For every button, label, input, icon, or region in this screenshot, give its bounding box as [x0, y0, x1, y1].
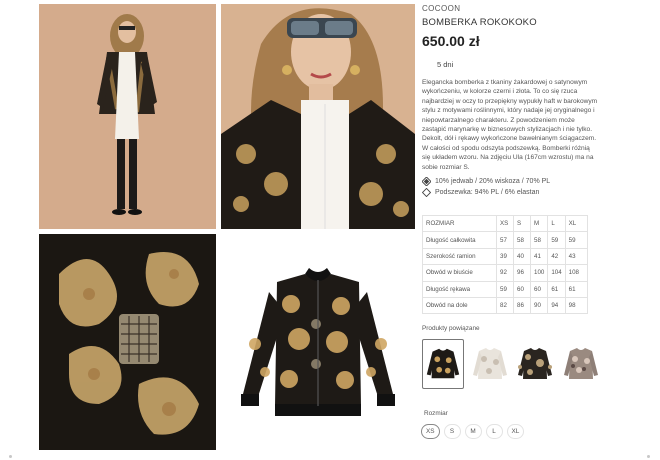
model-closeup-photo[interactable]: [221, 4, 415, 229]
table-cell: Długość rękawa: [422, 280, 497, 298]
table-cell: Obwód w biuście: [422, 264, 497, 282]
table-cell: 59: [547, 231, 566, 249]
size-option-xs[interactable]: XS: [421, 424, 440, 439]
size-chart-header: ROZMIAR XS S M L XL: [422, 214, 588, 233]
table-header-cell: L: [547, 214, 566, 233]
table-cell: 86: [513, 296, 531, 315]
jacket-flatlay-photo[interactable]: [221, 234, 415, 450]
table-cell: Obwód na dole: [422, 296, 497, 315]
table-row: Obwód w biuście 92 96 100 104 108: [422, 264, 588, 282]
related-floral-bomber[interactable]: [560, 339, 602, 389]
table-row: Obwód na dole 82 86 90 94 98: [422, 296, 588, 315]
table-cell: 104: [547, 264, 566, 282]
table-cell: 59: [564, 231, 588, 249]
table-row: Długość rękawa 59 60 60 61 61: [422, 280, 588, 298]
table-cell: 92: [496, 264, 514, 282]
table-cell: 108: [564, 264, 588, 282]
table-cell: 59: [496, 280, 514, 298]
product-description: Elegancka bomberka z tkaniny żakardowej …: [422, 79, 598, 171]
table-cell: Szerokość ramion: [422, 247, 497, 266]
product-title: BOMBERKA ROKOKOKO: [422, 17, 537, 28]
table-cell: 57: [496, 231, 514, 249]
table-cell: 60: [529, 280, 549, 298]
brand-name[interactable]: COCOON: [422, 4, 460, 13]
table-cell: 40: [513, 247, 531, 266]
related-black-gold-bomber[interactable]: [422, 339, 464, 389]
related-white-bomber[interactable]: [469, 339, 511, 389]
size-chart-table: ROZMIAR XS S M L XL Długość całkowita 57…: [422, 214, 588, 315]
model-full-body-photo[interactable]: [39, 4, 216, 229]
table-cell: 96: [513, 264, 531, 282]
table-cell: 61: [547, 280, 566, 298]
related-products-title: Produkty powiązane: [422, 325, 480, 332]
table-header-cell: ROZMIAR: [422, 214, 497, 233]
table-cell: 39: [496, 247, 514, 266]
size-picker: XS S M L XL: [421, 424, 525, 439]
table-cell: 61: [564, 280, 588, 298]
table-header-cell: S: [513, 214, 531, 233]
table-cell: 98: [564, 296, 588, 315]
shipping-time: 5 dni: [437, 60, 454, 69]
material-text: 10% jedwab / 20% wiskoza / 70% PL: [435, 178, 551, 185]
table-cell: 58: [529, 231, 549, 249]
table-cell: 82: [496, 296, 514, 315]
fabric-diamond-icon: [421, 176, 432, 187]
decorative-dot: [9, 455, 12, 458]
material-composition: 10% jedwab / 20% wiskoza / 70% PL: [421, 176, 551, 187]
size-option-s[interactable]: S: [443, 424, 461, 439]
table-header-cell: M: [529, 214, 549, 233]
size-option-xl[interactable]: XL: [506, 424, 525, 439]
lining-composition: Podszewka: 94% PL / 6% elastan: [421, 187, 540, 198]
related-camo-bomber[interactable]: [514, 339, 556, 389]
size-option-l[interactable]: L: [485, 424, 503, 439]
table-header-cell: XL: [564, 214, 588, 233]
table-cell: 41: [529, 247, 549, 266]
table-cell: 42: [547, 247, 566, 266]
table-row: Długość całkowita 57 58 58 59 59: [422, 231, 588, 249]
lining-diamond-icon: [421, 187, 432, 198]
table-cell: 43: [564, 247, 588, 266]
product-price: 650.00 zł: [422, 33, 480, 49]
table-cell: Długość całkowita: [422, 231, 497, 249]
table-cell: 58: [513, 231, 531, 249]
table-row: Szerokość ramion 39 40 41 42 43: [422, 247, 588, 266]
size-option-m[interactable]: M: [464, 424, 482, 439]
lining-text: Podszewka: 94% PL / 6% elastan: [435, 189, 540, 196]
table-cell: 94: [547, 296, 566, 315]
table-cell: 60: [513, 280, 531, 298]
size-picker-title: Rozmiar: [424, 410, 448, 417]
table-header-cell: XS: [496, 214, 514, 233]
decorative-dot: [647, 455, 650, 458]
table-cell: 100: [529, 264, 549, 282]
fabric-detail-photo[interactable]: [39, 234, 216, 450]
table-cell: 90: [529, 296, 549, 315]
